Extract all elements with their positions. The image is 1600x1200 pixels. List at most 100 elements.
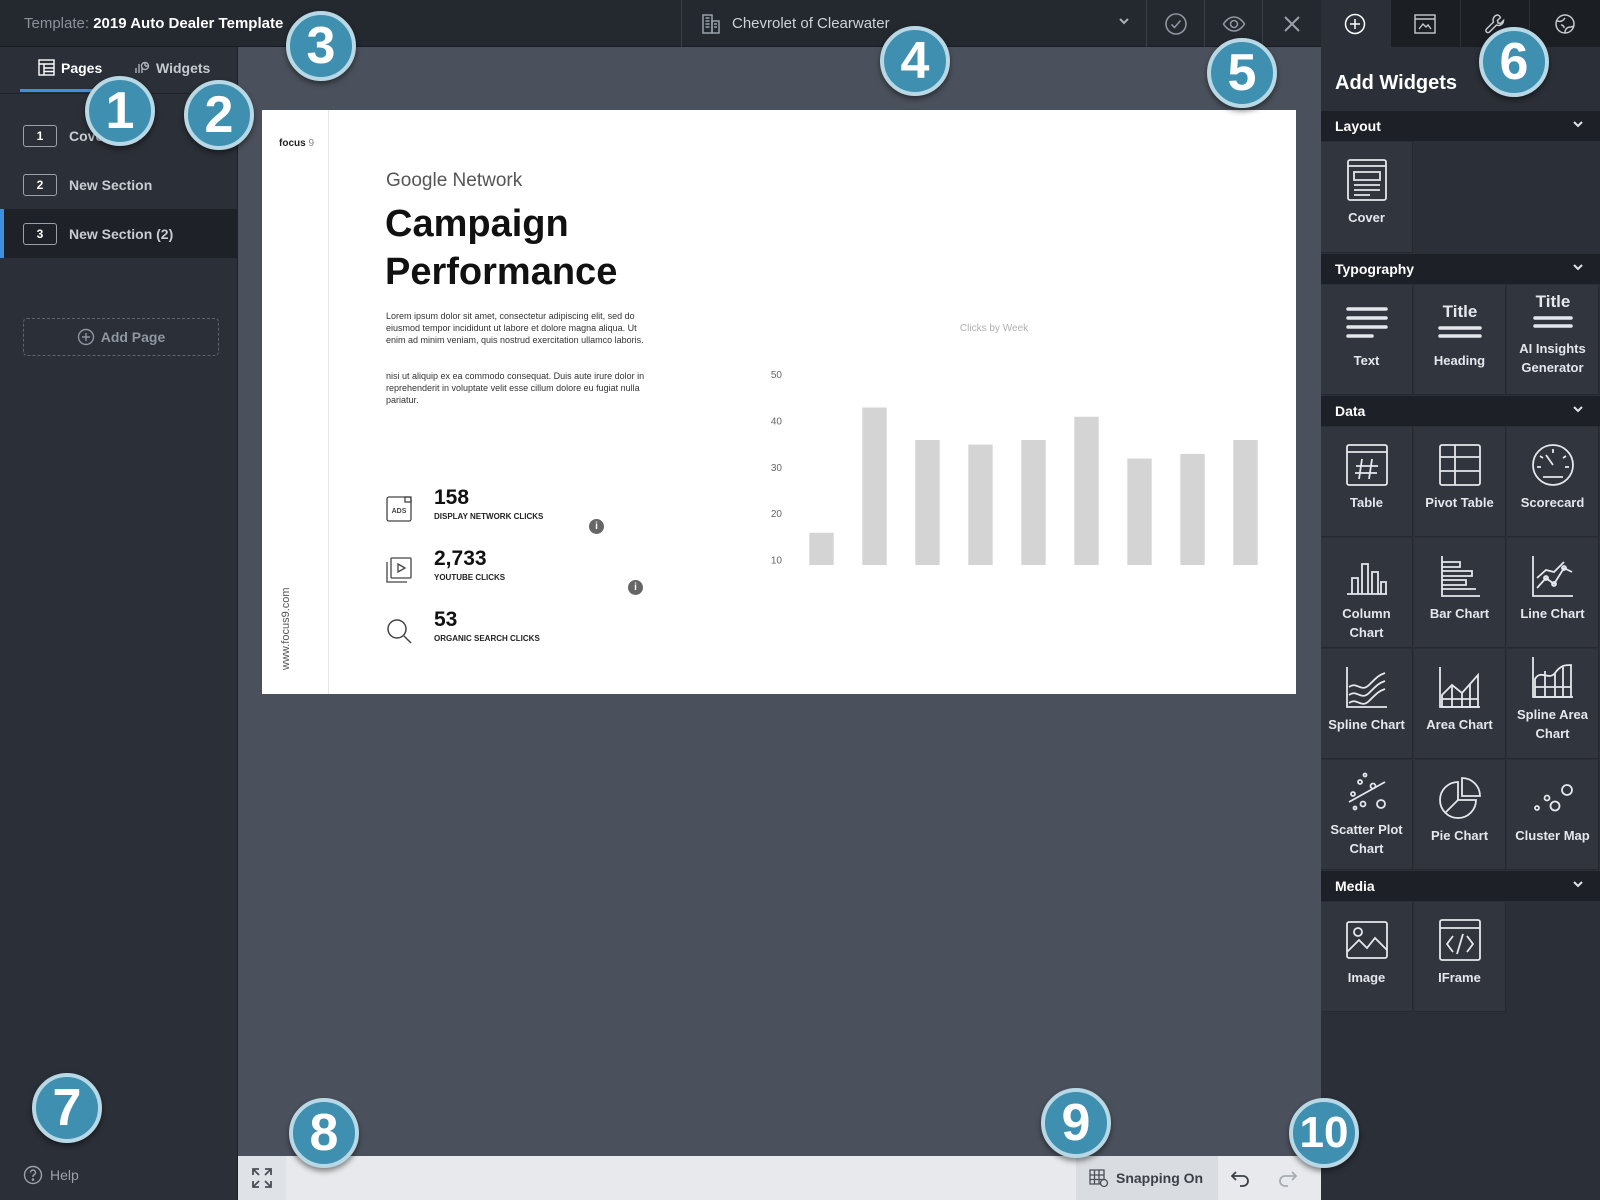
scorecard-icon [1531, 441, 1575, 489]
add-page-label: Add Page [100, 329, 166, 345]
template-name: 2019 Auto Dealer Template [93, 15, 284, 32]
pages-icon [38, 59, 55, 76]
bar [1180, 453, 1205, 565]
metric-value: 2,733 [434, 547, 487, 570]
slide-paragraph-2: nisi ut aliquip ex ea commodo consequat.… [386, 371, 645, 405]
y-tick-label: 10 [771, 556, 783, 565]
section-media[interactable]: Media [1321, 871, 1600, 901]
heading-icon: Title [1436, 299, 1484, 347]
widget-label: Cover [1348, 210, 1385, 225]
info-icon[interactable]: i [589, 519, 604, 534]
widget-column-chart[interactable]: Column Chart [1321, 538, 1413, 648]
ai-insights-icon-text: Title [1535, 293, 1570, 311]
snapping-toggle[interactable]: Snapping On [1076, 1156, 1218, 1200]
widget-heading[interactable]: Title Heading [1414, 285, 1506, 395]
pie-chart-icon [1438, 774, 1482, 822]
clicks-by-week-chart[interactable]: Clicks by Week010203040502024-06-102024-… [752, 205, 1272, 565]
chart-title: Clicks by Week [960, 323, 1029, 334]
widget-bar-chart[interactable]: Bar Chart [1414, 538, 1506, 648]
callout-badge: 2 [184, 80, 254, 150]
report-slide[interactable]: focus 9 www.focus9.com Google Network Ca… [262, 110, 1296, 694]
logo-text: focus [279, 138, 306, 149]
tab-pages[interactable]: Pages [38, 59, 102, 76]
widget-pie-chart[interactable]: Pie Chart [1414, 760, 1506, 870]
section-typography[interactable]: Typography [1321, 254, 1600, 284]
logo-suffix: 9 [308, 138, 315, 149]
ads-icon-text: ADS [392, 508, 407, 515]
widget-ai-insights[interactable]: Title AI Insights Generator [1507, 285, 1599, 395]
widgets-icon [132, 59, 150, 77]
widget-cluster-map[interactable]: Cluster Map [1507, 760, 1599, 870]
help-link[interactable]: Help [23, 1165, 79, 1185]
widget-label: Scorecard [1520, 495, 1585, 510]
redo-button[interactable] [1276, 1166, 1300, 1190]
widget-pivot-table[interactable]: Pivot Table [1414, 427, 1506, 537]
add-page-button[interactable]: Add Page [23, 318, 219, 356]
bar [862, 407, 887, 565]
template-title: Template: 2019 Auto Dealer Template [24, 15, 283, 32]
widget-image[interactable]: Image [1321, 902, 1413, 1012]
widget-scorecard[interactable]: Scorecard [1507, 427, 1599, 537]
widget-spline-chart[interactable]: Spline Chart [1321, 649, 1413, 759]
info-icon[interactable]: i [628, 580, 643, 595]
help-icon [23, 1165, 43, 1185]
grid-snap-icon [1088, 1168, 1110, 1188]
widget-table[interactable]: Table [1321, 427, 1413, 537]
widget-scatter-plot[interactable]: Scatter Plot Chart [1321, 760, 1413, 870]
bar [1127, 458, 1152, 565]
metric-value: 158 [434, 486, 470, 509]
widget-spline-area-chart[interactable]: Spline Area Chart [1507, 649, 1599, 759]
callout-badge: 5 [1207, 38, 1277, 108]
image-icon [1345, 916, 1389, 964]
widget-iframe[interactable]: IFrame [1414, 902, 1506, 1012]
page-item-new-section-2[interactable]: 3 New Section (2) [0, 209, 238, 258]
widget-label: Heading [1433, 353, 1486, 368]
y-tick-label: 30 [771, 463, 783, 474]
tab-page-settings[interactable] [1390, 0, 1461, 47]
metric-label: ORGANIC SEARCH CLICKS [434, 634, 540, 643]
building-icon [700, 13, 722, 35]
slide-title: Campaign Performance [385, 203, 618, 293]
callout-badge: 4 [880, 26, 950, 96]
widget-label: Bar Chart [1429, 606, 1490, 621]
tab-add-widgets[interactable] [1321, 0, 1391, 47]
bar [968, 444, 993, 565]
bar-chart-icon [1438, 552, 1482, 600]
plus-circle-icon [77, 328, 95, 346]
page-number: 3 [23, 222, 57, 245]
page-label: New Section (2) [69, 225, 174, 242]
undo-button[interactable] [1228, 1166, 1252, 1190]
fullscreen-button[interactable] [238, 1156, 286, 1200]
page-item-new-section[interactable]: 2 New Section [0, 160, 238, 209]
tab-widgets[interactable]: Widgets [132, 59, 210, 77]
website-url: www.focus9.com [280, 587, 292, 670]
widget-text[interactable]: Text [1321, 285, 1413, 395]
widget-label: AI Insights Generator [1519, 341, 1586, 375]
close-button[interactable] [1263, 0, 1321, 47]
widget-line-chart[interactable]: Line Chart [1507, 538, 1599, 648]
tab-pages-label: Pages [61, 59, 103, 76]
callout-badge: 9 [1041, 1088, 1111, 1158]
check-circle-icon [1164, 12, 1188, 36]
add-widgets-title: Add Widgets [1335, 72, 1458, 94]
pivot-table-icon [1438, 441, 1482, 489]
page-number: 2 [23, 173, 57, 196]
spline-area-chart-icon [1531, 653, 1575, 701]
chevron-down-icon [1572, 261, 1584, 273]
bar [1021, 439, 1046, 565]
approve-button[interactable] [1147, 0, 1205, 47]
widget-cover[interactable]: Cover [1321, 142, 1413, 253]
right-panel-tabs [1321, 0, 1600, 47]
widget-area-chart[interactable]: Area Chart [1414, 649, 1506, 759]
area-chart-icon [1438, 663, 1482, 711]
section-label: Typography [1335, 261, 1415, 277]
expand-icon [251, 1167, 273, 1189]
bar [1233, 439, 1258, 565]
callout-badge: 10 [1289, 1098, 1359, 1168]
section-label: Layout [1335, 118, 1381, 134]
line-chart-icon [1531, 552, 1575, 600]
section-data[interactable]: Data [1321, 396, 1600, 426]
ads-icon: ADS [385, 495, 413, 523]
widget-label: Cluster Map [1515, 828, 1590, 843]
section-layout[interactable]: Layout [1321, 111, 1600, 141]
